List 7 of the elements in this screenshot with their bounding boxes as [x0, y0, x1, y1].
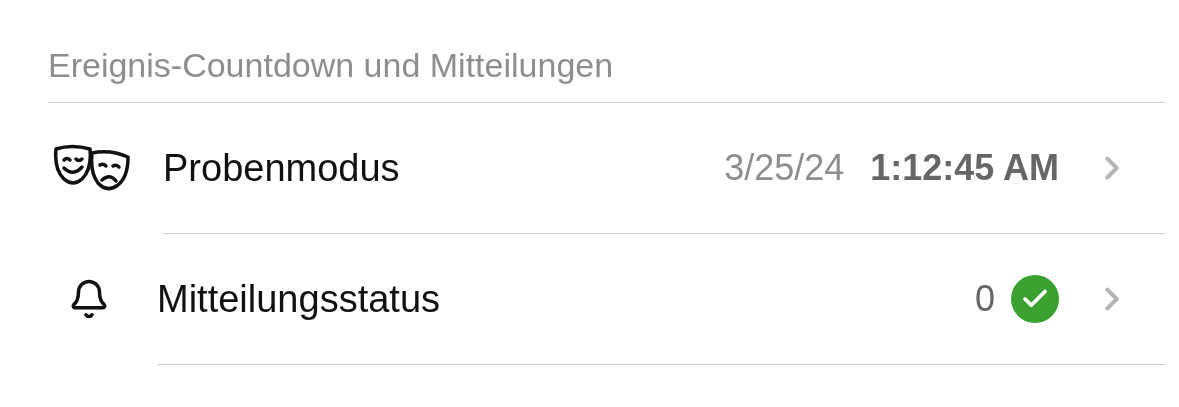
theater-masks-icon	[52, 143, 132, 193]
count-text: 0	[974, 277, 995, 321]
date-text: 3/25/24	[724, 146, 845, 190]
time-text: 1:12:45 AM	[870, 146, 1059, 190]
row-label: Mitteilungsstatus	[157, 276, 441, 322]
section-title: Ereignis-Countdown und Mitteilungen	[48, 46, 614, 84]
row-label: Probenmodus	[163, 145, 401, 191]
